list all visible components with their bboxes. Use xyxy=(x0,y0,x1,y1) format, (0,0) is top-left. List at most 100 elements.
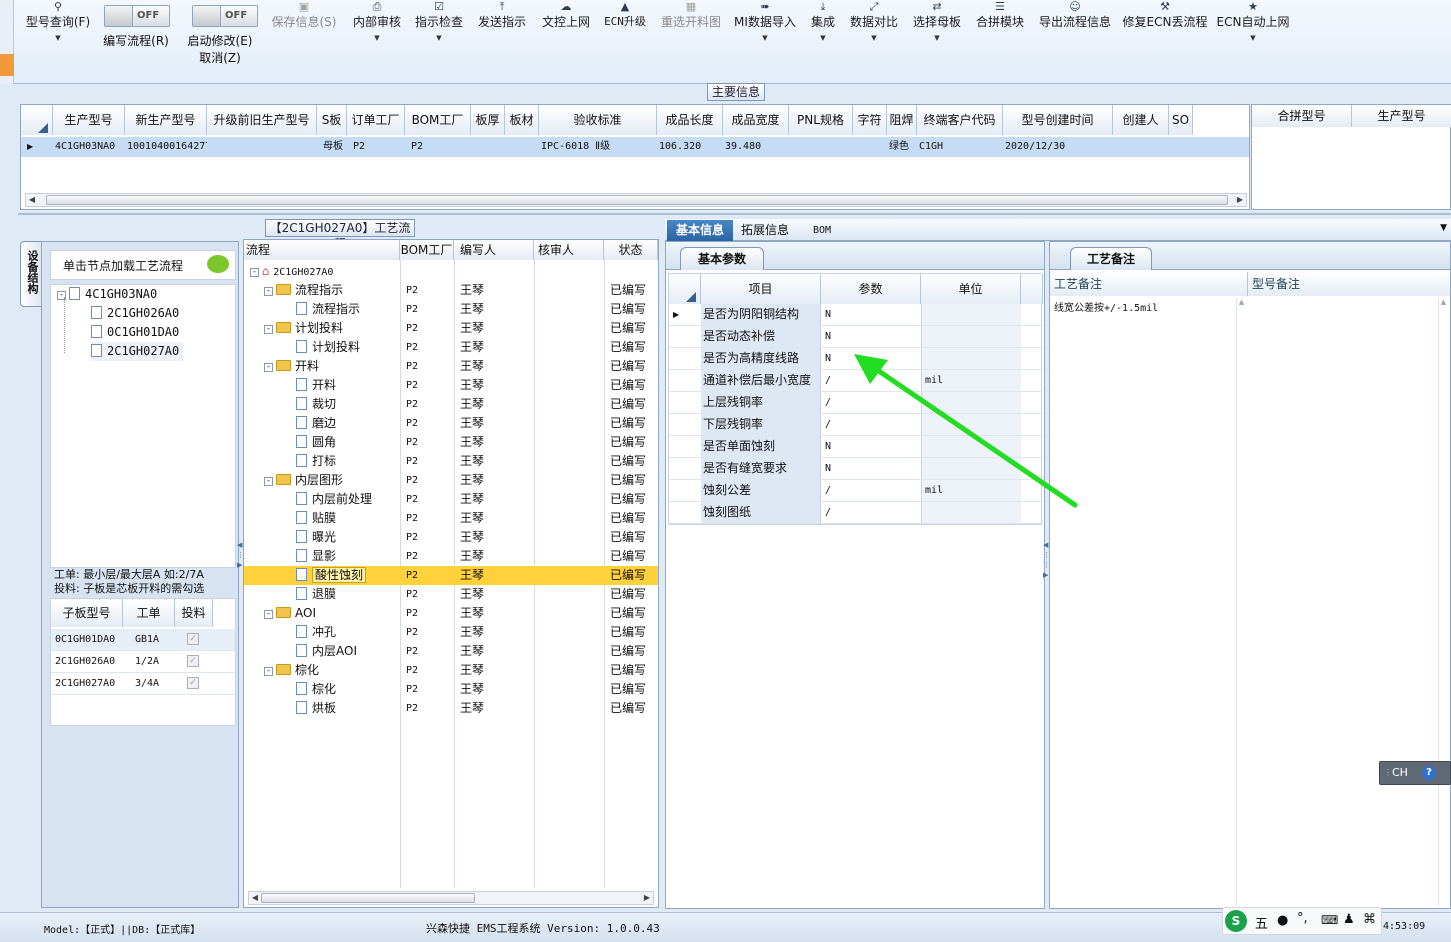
horizontal-splitter[interactable] xyxy=(18,213,1451,215)
col-12[interactable]: 字符 xyxy=(853,105,887,135)
model-query-button[interactable]: ⚲ 型号查询(F) ▼ xyxy=(22,0,94,70)
col-17[interactable]: SO xyxy=(1169,105,1193,135)
process-row[interactable]: 圆角 P2 王琴 已编写 xyxy=(244,433,658,452)
scroll-left-icon[interactable]: ◀ xyxy=(26,194,38,206)
reselect-cutting-image-button[interactable]: ▦ 重选开料图 xyxy=(658,0,724,70)
process-row[interactable]: 磨边 P2 王琴 已编写 xyxy=(244,414,658,433)
collapse-icon[interactable]: - xyxy=(264,325,273,334)
data-compare-button[interactable]: ⤢ 数据对比 ▼ xyxy=(846,0,902,70)
collapse-icon[interactable]: - xyxy=(264,363,273,372)
subtab-basic-params[interactable]: 基本参数 xyxy=(680,247,764,270)
sub-board-row[interactable]: 2C1GH026A0 1/2A ✓ xyxy=(51,651,235,673)
ime-bar[interactable]: ⋮ CH ? xyxy=(1379,761,1451,785)
col-10[interactable]: 成品宽度 xyxy=(723,105,789,135)
col-11[interactable]: PNL规格 xyxy=(789,105,853,135)
col-4[interactable]: 订单工厂 xyxy=(347,105,405,135)
process-row[interactable]: 贴膜 P2 王琴 已编写 xyxy=(244,509,658,528)
tab-extended-info[interactable]: 拓展信息 xyxy=(741,220,789,241)
sogou-ime-toolbar[interactable]: S 五 ● °, ⌨ ♟ ⌘ xyxy=(1222,907,1382,935)
process-row[interactable]: 退膜 P2 王琴 已编写 xyxy=(244,585,658,604)
process-row[interactable]: - AOI P2 王琴 已编写 xyxy=(244,604,658,623)
write-flow-toggle[interactable]: OFF xyxy=(104,5,170,27)
export-flow-info-button[interactable]: ☺ 导出流程信息 xyxy=(1036,0,1114,70)
col-3[interactable]: S板 xyxy=(317,105,347,135)
process-row[interactable]: - 开料 P2 王琴 已编写 xyxy=(244,357,658,376)
main-info-row[interactable]: ▶ 4C1GH03NA0 10010400164277 母板 P2 P2 IPC-6018… xyxy=(21,137,1249,157)
collapse-icon[interactable]: - xyxy=(250,268,259,277)
process-row[interactable]: 显影 P2 王琴 已编写 xyxy=(244,547,658,566)
collapse-icon[interactable]: - xyxy=(264,477,273,486)
param-row[interactable]: ▶ 是否为阴阳铜结构 N xyxy=(669,304,1041,326)
model-remark-vscroll[interactable]: ▲ xyxy=(1438,298,1448,906)
tree-node[interactable]: 0C1GH01DA0 xyxy=(91,323,179,342)
col-2[interactable]: 升级前旧生产型号 xyxy=(207,105,317,135)
cancel-button[interactable]: 取消(Z) xyxy=(184,49,256,66)
col-8[interactable]: 验收标准 xyxy=(539,105,657,135)
tree-node[interactable]: 2C1GH026A0 xyxy=(91,304,179,323)
tab-bom[interactable]: BOM xyxy=(813,220,831,241)
instruction-check-button[interactable]: ☑ 指示检查 ▼ xyxy=(412,0,466,70)
collapse-icon[interactable]: - xyxy=(264,287,273,296)
integration-button[interactable]: ⤓ 集成 ▼ xyxy=(806,0,840,70)
doc-control-online-button[interactable]: ☁ 文控上网 xyxy=(538,0,594,70)
col-7[interactable]: 板材 xyxy=(505,105,539,135)
sub-board-row[interactable]: 0C1GH01DA0 GB1A ✓ xyxy=(51,629,235,651)
process-row[interactable]: 打标 P2 王琴 已编写 xyxy=(244,452,658,471)
process-row[interactable]: 冲孔 P2 王琴 已编写 xyxy=(244,623,658,642)
process-row[interactable]: 开料 P2 王琴 已编写 xyxy=(244,376,658,395)
feed-checkbox[interactable]: ✓ xyxy=(187,655,199,667)
tab-process-remarks[interactable]: 工艺备注 xyxy=(1070,247,1152,270)
process-row[interactable]: 烘板 P2 王琴 已编写 xyxy=(244,699,658,718)
send-instruction-button[interactable]: ⤒ 发送指示 xyxy=(474,0,530,70)
fix-ecn-lost-flow-button[interactable]: ⚒ 修复ECN丢流程 xyxy=(1122,0,1208,70)
col-0[interactable]: 生产型号 xyxy=(53,105,125,135)
internal-review-button[interactable]: ⎙ 内部审核 ▼ xyxy=(350,0,404,70)
tree-node-root[interactable]: -4C1GH03NA0 xyxy=(57,285,157,304)
process-row[interactable]: 内层AOI P2 王琴 已编写 xyxy=(244,642,658,661)
keyboard-icon[interactable]: ⌨ xyxy=(1321,913,1338,927)
process-row[interactable]: 棕化 P2 王琴 已编写 xyxy=(244,680,658,699)
process-row[interactable]: - 计划投料 P2 王琴 已编写 xyxy=(244,319,658,338)
scroll-right-icon[interactable]: ▶ xyxy=(641,892,653,904)
apps-icon[interactable]: ⌘ xyxy=(1363,912,1376,927)
ecn-auto-online-button[interactable]: ★ ECN自动上网 ▼ xyxy=(1216,0,1290,70)
process-row[interactable]: 曝光 P2 王琴 已编写 xyxy=(244,528,658,547)
ime-mode-label[interactable]: 五 xyxy=(1255,913,1268,932)
merge-module-button[interactable]: ☰ 合拼模块 xyxy=(972,0,1028,70)
col-13[interactable]: 阻焊 xyxy=(887,105,917,135)
process-row[interactable]: 内层前处理 P2 王琴 已编写 xyxy=(244,490,658,509)
process-row[interactable]: - 流程指示 P2 王琴 已编写 xyxy=(244,281,658,300)
remark-vscroll[interactable]: ▲ xyxy=(1236,298,1246,906)
select-mother-board-button[interactable]: ⇄ 选择母板 ▼ xyxy=(910,0,964,70)
collapse-icon[interactable]: - xyxy=(264,610,273,619)
process-row[interactable]: - 棕化 P2 王琴 已编写 xyxy=(244,661,658,680)
col-15[interactable]: 型号创建时间 xyxy=(1003,105,1113,135)
punctuation-icon[interactable]: °, xyxy=(1297,911,1308,926)
help-icon[interactable]: ? xyxy=(1422,766,1436,780)
collapse-icon[interactable]: - xyxy=(264,667,273,676)
main-info-hscroll[interactable]: ◀ ▶ xyxy=(25,193,1247,207)
process-row[interactable]: 酸性蚀刻 P2 王琴 已编写 xyxy=(244,566,658,585)
feed-checkbox[interactable]: ✓ xyxy=(187,677,199,689)
process-hscroll[interactable]: ◀ ▶ xyxy=(248,891,654,905)
col-9[interactable]: 成品长度 xyxy=(657,105,723,135)
scroll-right-icon[interactable]: ▶ xyxy=(1234,194,1246,206)
tab-menu-icon[interactable]: ▼ xyxy=(1440,223,1447,233)
col-1[interactable]: 新生产型号 xyxy=(125,105,207,135)
scroll-left-icon[interactable]: ◀ xyxy=(249,892,261,904)
process-row[interactable]: 裁切 P2 王琴 已编写 xyxy=(244,395,658,414)
process-root-node[interactable]: - ⌂ 2C1GH027A0 xyxy=(250,262,333,281)
col-14[interactable]: 终端客户代码 xyxy=(917,105,1003,135)
col-6[interactable]: 板厚 xyxy=(471,105,505,135)
process-row[interactable]: 流程指示 P2 王琴 已编写 xyxy=(244,300,658,319)
param-value-cell[interactable]: N xyxy=(825,305,919,325)
col-16[interactable]: 创建人 xyxy=(1113,105,1169,135)
sub-board-row[interactable]: 2C1GH027A0 3/4A ✓ xyxy=(51,673,235,695)
side-tab-structure[interactable]: 设备结构 xyxy=(20,241,42,307)
moon-icon[interactable]: ● xyxy=(1277,913,1288,928)
process-remark-text[interactable]: 线宽公差按+/-1.5mil xyxy=(1054,299,1158,314)
tree-node-selected[interactable]: 2C1GH027A0 xyxy=(91,342,184,361)
tab-basic-info[interactable]: 基本信息 xyxy=(667,220,733,241)
save-info-button[interactable]: ▣ 保存信息(S) xyxy=(268,0,340,70)
mi-data-import-button[interactable]: ➠ MI数据导入 ▼ xyxy=(732,0,798,70)
